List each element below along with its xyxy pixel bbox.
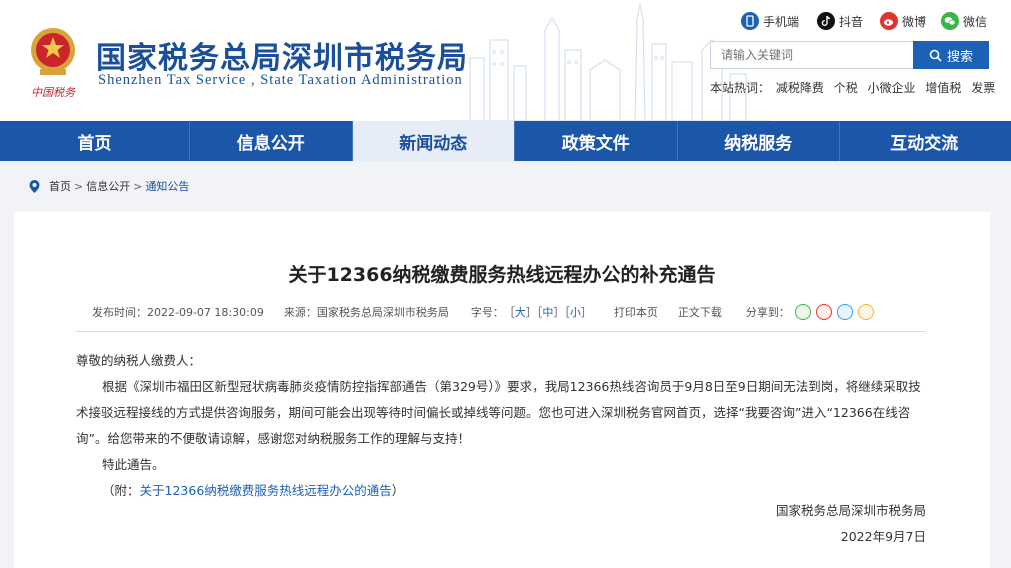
share-qzone-icon[interactable] xyxy=(857,304,874,320)
hot-word-link[interactable]: 个税 xyxy=(834,81,858,95)
article-date: 2022年9月7日 xyxy=(840,529,926,544)
nav-item-home[interactable]: 首页 xyxy=(0,121,190,161)
site-subtitle: Shenzhen Tax Service , State Taxation Ad… xyxy=(98,72,463,88)
social-weibo-label: 微博 xyxy=(902,14,927,29)
article-notice: 特此通告。 xyxy=(102,457,165,472)
hot-word-link[interactable]: 发票 xyxy=(971,81,995,95)
article-panel: 关于12366纳税缴费服务热线远程办公的补充通告 发布时间：2022-09-07… xyxy=(14,212,990,568)
share-weibo-icon[interactable] xyxy=(815,304,832,320)
font-size-medium[interactable]: 中 xyxy=(542,304,553,320)
location-pin-icon xyxy=(29,179,40,193)
article-signature: 国家税务总局深圳市税务局 xyxy=(775,503,926,518)
article-source: 来源：国家税务总局深圳市税务局 xyxy=(283,306,449,319)
article-title: 关于12366纳税缴费服务热线远程办公的补充通告 xyxy=(288,264,716,286)
social-douyin-label: 抖音 xyxy=(839,14,864,29)
breadcrumb-current[interactable]: 通知公告 xyxy=(145,178,189,194)
nav-item-news[interactable]: 新闻动态 xyxy=(352,121,515,161)
publish-time: 发布时间：2022-09-07 18:30:09 xyxy=(92,306,264,319)
article-greeting: 尊敬的纳税人缴费人： xyxy=(76,353,202,368)
article-paragraph: 根据《深圳市福田区新型冠状病毒肺炎疫情防控指挥部通告（第329号）》要求，我局1… xyxy=(76,379,921,446)
font-size-large[interactable]: 大 xyxy=(515,304,526,320)
site-header: 中国税务 国家税务总局深圳市税务局 Shenzhen Tax Service ,… xyxy=(0,0,1011,121)
search-input[interactable] xyxy=(710,41,914,69)
meta-divider xyxy=(76,331,926,332)
breadcrumb: 首页 > 信息公开 > 通知公告 xyxy=(28,178,189,194)
nav-item-policy[interactable]: 政策文件 xyxy=(515,121,678,161)
font-size-label: 字号： xyxy=(470,306,504,319)
mobile-icon xyxy=(741,12,759,30)
site-title: 国家税务总局深圳市税务局 xyxy=(96,42,468,75)
breadcrumb-separator: > xyxy=(74,179,84,193)
share-label: 分享到： xyxy=(745,306,790,319)
wechat-icon xyxy=(941,12,959,30)
hot-words: 本站热词： 减税降费 个税 小微企业 增值税 发票 xyxy=(710,79,1001,96)
social-mobile-label: 手机端 xyxy=(763,14,800,29)
share-qq-icon[interactable] xyxy=(836,304,853,320)
social-mobile-link[interactable]: 手机端 xyxy=(741,12,799,30)
attachment-link[interactable]: 关于12366纳税缴费服务热线远程办公的通告 xyxy=(140,483,392,498)
font-size-small[interactable]: 小 xyxy=(570,304,581,320)
nav-item-info[interactable]: 信息公开 xyxy=(190,121,353,161)
hot-word-link[interactable]: 小微企业 xyxy=(868,81,916,95)
print-link[interactable]: 打印本页 xyxy=(614,304,658,320)
search-icon xyxy=(929,49,942,62)
hot-word-link[interactable]: 增值税 xyxy=(925,81,961,95)
article-body: 尊敬的纳税人缴费人： 根据《深圳市福田区新型冠状病毒肺炎疫情防控指挥部通告（第3… xyxy=(76,348,928,504)
breadcrumb-info[interactable]: 信息公开 xyxy=(86,178,130,194)
nav-item-service[interactable]: 纳税服务 xyxy=(678,121,840,161)
download-link[interactable]: 正文下载 xyxy=(678,304,722,320)
article-signature-block: 国家税务总局深圳市税务局 2022年9月7日 xyxy=(776,498,926,550)
breadcrumb-separator: > xyxy=(133,179,143,193)
main-nav: 首页 信息公开 新闻动态 政策文件 纳税服务 互动交流 xyxy=(0,121,1011,161)
weibo-icon xyxy=(880,12,898,30)
search-button[interactable]: 搜索 xyxy=(913,41,989,69)
search-button-label: 搜索 xyxy=(946,49,973,65)
hot-words-label: 本站热词： xyxy=(710,81,771,95)
tax-emblem-logo: 中国税务 xyxy=(31,28,76,99)
social-wechat-link[interactable]: 微信 xyxy=(941,12,987,30)
share-wechat-icon[interactable] xyxy=(794,304,811,320)
logo-text: 中国税务 xyxy=(31,86,76,99)
article-meta: 发布时间：2022-09-07 18:30:09 来源：国家税务总局深圳市税务局… xyxy=(92,304,912,320)
social-weibo-link[interactable]: 微博 xyxy=(880,12,926,30)
douyin-icon xyxy=(817,12,835,30)
social-wechat-label: 微信 xyxy=(963,14,988,29)
hot-word-link[interactable]: 减税降费 xyxy=(776,81,824,95)
social-douyin-link[interactable]: 抖音 xyxy=(817,12,863,30)
nav-item-interact[interactable]: 互动交流 xyxy=(840,121,1009,161)
breadcrumb-home[interactable]: 首页 xyxy=(49,178,71,194)
